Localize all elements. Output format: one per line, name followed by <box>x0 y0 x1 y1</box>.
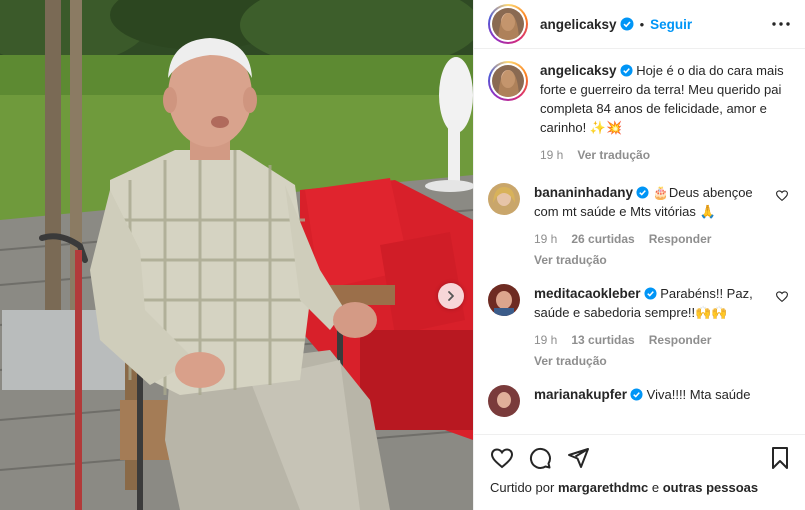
reply-button[interactable]: Responder <box>649 230 712 249</box>
liked-by-others[interactable]: outras pessoas <box>663 480 758 495</box>
action-bar <box>474 434 805 480</box>
comment-item: bananinhadany 🎂Deus abençoe com mt saúde… <box>488 183 789 270</box>
post-photo[interactable] <box>0 0 473 510</box>
heart-icon <box>490 447 514 468</box>
liked-by: Curtido por margarethdmc e outras pessoa… <box>474 480 805 510</box>
comment-time[interactable]: 19 h <box>534 331 557 350</box>
chevron-right-icon <box>448 291 454 301</box>
comment-translate-link[interactable]: Ver tradução <box>534 251 769 270</box>
post-caption: angelicaksy Hoje é o dia do cara mais fo… <box>488 61 789 165</box>
send-icon <box>568 447 589 468</box>
avatar[interactable] <box>488 385 520 417</box>
avatar[interactable] <box>488 284 520 316</box>
verified-badge-icon <box>644 287 657 300</box>
follow-button[interactable]: Seguir <box>650 17 692 32</box>
verified-badge-icon <box>620 17 634 31</box>
bookmark-icon <box>772 446 788 469</box>
next-photo-button[interactable] <box>438 283 464 309</box>
verified-badge-icon <box>636 186 649 199</box>
comments-list[interactable]: angelicaksy Hoje é o dia do cara mais fo… <box>474 49 805 434</box>
more-options-button[interactable] <box>771 21 791 27</box>
comment-username[interactable]: bananinhadany <box>534 185 633 200</box>
caption-avatar-ring[interactable] <box>488 61 528 101</box>
comment-likes[interactable]: 26 curtidas <box>571 230 634 249</box>
liked-by-conj: e <box>651 480 660 495</box>
author-username[interactable]: angelicaksy <box>540 17 617 32</box>
liked-by-prefix: Curtido por <box>490 480 555 495</box>
photo-scene <box>0 0 473 510</box>
comment-translate-link[interactable]: Ver tradução <box>534 352 769 371</box>
post-details-panel: angelicaksy • Seguir angelicaksy Hoje é … <box>473 0 805 510</box>
avatar <box>492 65 524 97</box>
comment-likes[interactable]: 13 curtidas <box>571 331 634 350</box>
share-button[interactable] <box>566 446 590 470</box>
verified-badge-icon <box>620 64 633 77</box>
comment-username[interactable]: marianakupfer <box>534 387 627 402</box>
heart-icon[interactable] <box>775 290 789 303</box>
comment-icon <box>529 447 551 469</box>
comment-username[interactable]: meditacaokleber <box>534 286 641 301</box>
liked-by-user[interactable]: margarethdmc <box>558 480 648 495</box>
instagram-post: angelicaksy • Seguir angelicaksy Hoje é … <box>0 0 805 510</box>
comment-text: Viva!!!! Mta saúde <box>646 387 751 402</box>
heart-icon[interactable] <box>775 189 789 202</box>
caption-time[interactable]: 19 h <box>540 146 563 165</box>
comment-item: marianakupfer Viva!!!! Mta saúde <box>488 385 789 417</box>
comment-item: meditacaokleber Parabéns!! Paz, saúde e … <box>488 284 789 371</box>
like-button[interactable] <box>490 446 514 470</box>
comment-button[interactable] <box>528 446 552 470</box>
verified-badge-icon <box>630 388 643 401</box>
avatar[interactable] <box>488 183 520 215</box>
caption-username[interactable]: angelicaksy <box>540 63 617 78</box>
story-ring[interactable] <box>488 4 528 44</box>
save-button[interactable] <box>769 446 791 470</box>
caption-translate-link[interactable]: Ver tradução <box>577 146 650 165</box>
avatar <box>492 8 524 40</box>
comment-time[interactable]: 19 h <box>534 230 557 249</box>
separator-dot: • <box>639 16 645 32</box>
reply-button[interactable]: Responder <box>649 331 712 350</box>
more-options-icon <box>772 22 790 26</box>
post-header: angelicaksy • Seguir <box>474 0 805 49</box>
